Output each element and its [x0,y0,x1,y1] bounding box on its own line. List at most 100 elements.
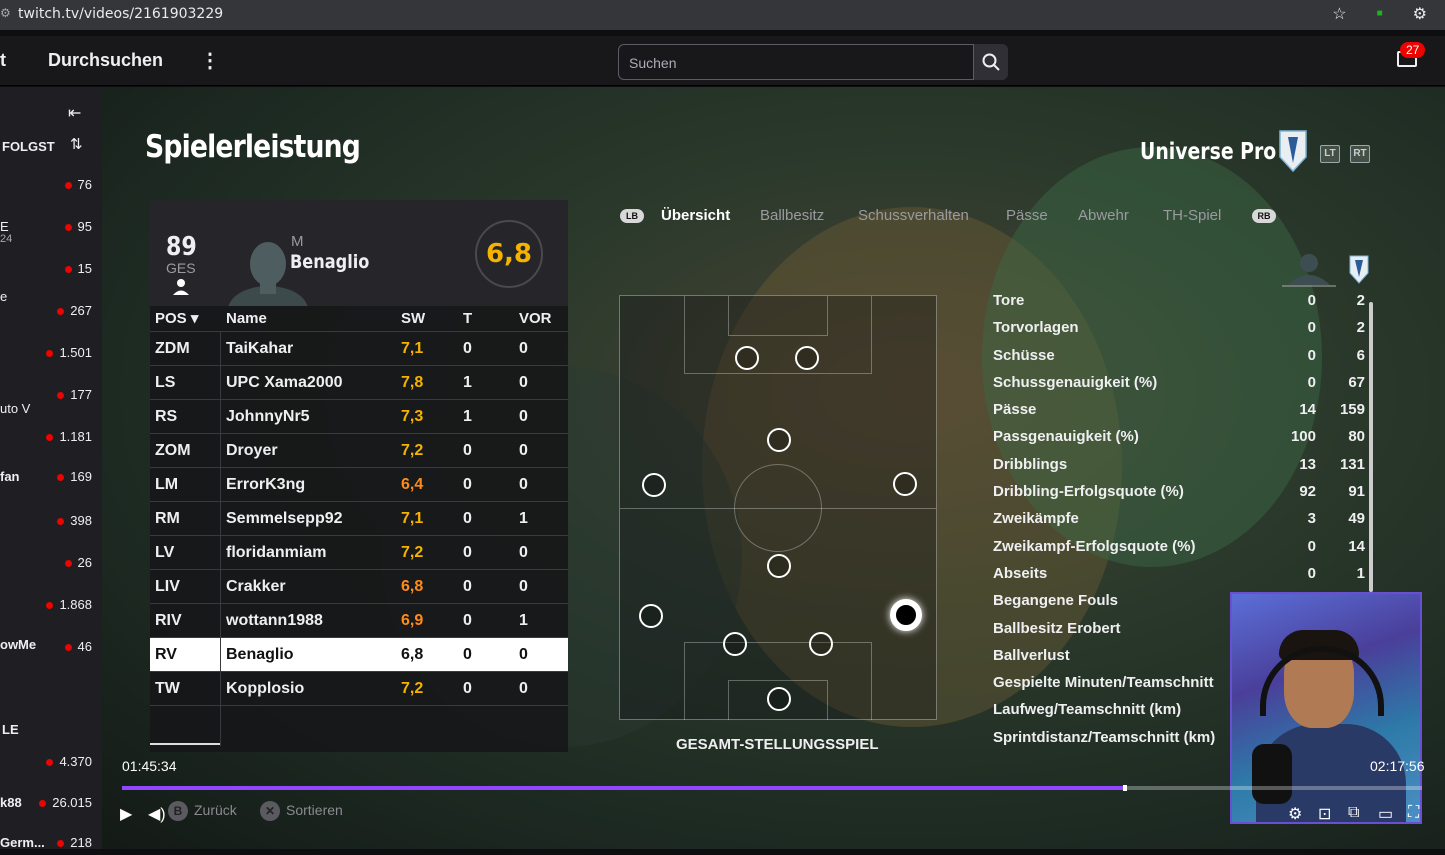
nav-browse-link[interactable]: Durchsuchen [48,50,163,71]
tab-th-spiel[interactable]: TH-Spiel [1163,207,1221,224]
formation-position-lv[interactable] [639,604,663,628]
column-header-vor[interactable]: VOR [519,306,552,332]
table-row[interactable]: LM ErrorK3ng 6,4 0 0 [150,468,568,502]
formation-position-lm[interactable] [642,473,666,497]
tab-schussverhalten[interactable]: Schussverhalten [858,207,969,224]
column-header-name[interactable]: Name [226,306,267,332]
sidebar-channel[interactable]: 76 [0,177,102,197]
address-url[interactable]: twitch.tv/videos/2161903229 [18,6,223,22]
rt-button-icon[interactable]: RT [1350,145,1370,163]
b-button-icon: B [168,801,188,821]
table-row[interactable]: RS JohnnyNr5 7,3 1 0 [150,400,568,434]
live-dot-icon [64,182,72,189]
search-button[interactable] [974,44,1008,80]
sidebar-channel[interactable]: 398 [0,513,102,533]
live-dot-icon [57,840,65,847]
live-dot-icon [57,474,65,481]
sort-icon[interactable]: ⇅ [70,135,83,153]
cast-icon[interactable]: ⊡ [1318,804,1331,824]
search-input[interactable]: Suchen [618,44,974,80]
formation-position-zom[interactable] [767,428,791,452]
live-dot-icon [46,350,54,357]
column-divider [220,332,221,746]
column-header-t[interactable]: T [463,306,472,332]
more-menu-icon[interactable]: ⋮ [200,48,220,73]
sidebar-channel[interactable]: 1.181 [0,429,102,449]
clip-icon[interactable]: ⧉ [1348,804,1359,822]
sidebar-channel[interactable]: uto V [0,401,102,421]
tab-ballbesitz[interactable]: Ballbesitz [760,207,824,224]
table-row[interactable]: LS UPC Xama2000 7,8 1 0 [150,366,568,400]
stat-row: Dribbling-Erfolgsquote (%) 92 91 [993,483,1365,501]
seek-bar-knob[interactable] [1123,785,1127,791]
rb-button-icon[interactable]: RB [1252,209,1276,223]
sidebar-channel[interactable]: 15 [0,261,102,281]
table-row[interactable]: LIV Crakker 6,8 0 0 [150,570,568,604]
stats-scrollbar[interactable] [1369,302,1373,592]
play-icon[interactable]: ▶ [120,804,132,824]
live-dot-icon [46,759,54,766]
table-row[interactable]: ZOM Droyer 7,2 0 0 [150,434,568,468]
extensions-gear-icon[interactable]: ⚙ [1413,4,1427,24]
tab-uebersicht[interactable]: Übersicht [661,207,730,224]
followed-channels-sidebar: ⇤ FOLGST ⇅ 76 E 24 95 15 e 267 1.501 177 ut… [0,87,102,850]
seek-bar[interactable] [122,785,1422,791]
table-row[interactable]: LV floridanmiam 7,2 0 0 [150,536,568,570]
settings-gear-icon[interactable]: ⚙ [1288,804,1302,824]
table-row[interactable]: RM Semmelsepp92 7,1 0 1 [150,502,568,536]
sidebar-channel[interactable]: k88 26.015 [0,795,102,815]
table-header-row: POS ▾ Name SW T VOR [150,306,568,332]
fullscreen-icon[interactable]: ⛶ [1408,804,1419,822]
sidebar-header: FOLGST [2,139,55,154]
video-player[interactable]: Spielerleistung Universe Pro LT RT 89 GE… [102,87,1445,849]
sidebar-channel[interactable]: 1.501 [0,345,102,365]
sidebar-channel[interactable]: e 267 [0,289,102,323]
live-dot-icon [64,644,72,651]
sort-hint[interactable]: ✕ Sortieren [260,801,343,821]
sidebar-channel[interactable]: owMe 46 [0,637,102,659]
formation-position-liv[interactable] [723,632,747,656]
formation-position-zdm[interactable] [767,554,791,578]
table-row[interactable]: RIV wottann1988 6,9 0 1 [150,604,568,638]
formation-position-tw[interactable] [767,687,791,711]
lt-button-icon[interactable]: LT [1320,145,1340,163]
table-row[interactable]: ZDM TaiKahar 7,1 0 0 [150,332,568,366]
extension-icon[interactable]: ■ [1377,8,1383,24]
player-silhouette-icon [1282,254,1336,287]
formation-position-rs[interactable] [795,346,819,370]
pos-column-underline [150,743,220,745]
player-position: M [291,233,304,250]
table-row[interactable]: TW Kopplosio 7,2 0 0 [150,672,568,706]
tab-abwehr[interactable]: Abwehr [1078,207,1129,224]
team-crest-icon [1279,130,1307,173]
sidebar-channel[interactable]: Germ... 218 [0,835,102,855]
live-dot-icon [57,308,65,315]
volume-icon[interactable]: ◀) [148,804,166,824]
sidebar-channel[interactable]: 4.370 [0,754,102,774]
tab-paesse[interactable]: Pässe [1006,207,1048,224]
sidebar-channel[interactable]: fan 169 [0,469,102,489]
sidebar-channel[interactable]: 1.868 [0,597,102,617]
sidebar-channel[interactable]: 26 [0,555,102,575]
formation-position-ls[interactable] [735,346,759,370]
live-dot-icon [64,224,72,231]
bookmark-star-icon[interactable]: ☆ [1332,4,1346,24]
collapse-sidebar-icon[interactable]: ⇤ [68,103,81,123]
sidebar-channel[interactable]: E 24 95 [0,219,102,245]
live-dot-icon [39,800,47,807]
stat-row: Torvorlagen 0 2 [993,319,1365,337]
lb-button-icon[interactable]: LB [620,209,644,223]
column-header-sw[interactable]: SW [401,306,425,332]
back-hint[interactable]: B Zurück [168,801,237,821]
stat-row: Pässe 14 159 [993,401,1365,419]
theatre-mode-icon[interactable]: ▭ [1378,804,1393,824]
site-info-icon[interactable]: ⚙ [0,6,11,20]
table-row-selected[interactable]: RV Benaglio 6,8 0 0 [150,638,568,672]
formation-position-rv-selected[interactable] [890,599,922,631]
formation-position-riv[interactable] [809,632,833,656]
match-rating: 6,8 [475,220,543,288]
nav-following-link[interactable]: t [0,50,6,71]
formation-position-rm[interactable] [893,472,917,496]
player-performance-card: 89 GES M Benaglio 6,8 POS ▾ Name SW T VO… [150,200,568,752]
column-header-pos[interactable]: POS ▾ [155,306,198,332]
